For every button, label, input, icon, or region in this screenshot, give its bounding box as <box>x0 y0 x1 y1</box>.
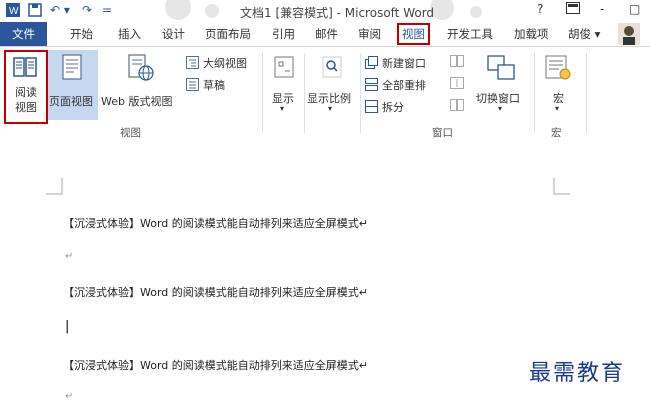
synchronous-scrolling-icon <box>450 77 464 89</box>
new-window-button[interactable]: 新建窗口 <box>365 55 445 71</box>
new-window-icon <box>365 56 378 69</box>
text-cursor: | <box>65 319 70 334</box>
macros-icon <box>545 55 571 80</box>
margin-corner-mark <box>553 178 570 195</box>
outline-icon <box>186 56 199 69</box>
print-layout-button[interactable]: 页面视图 <box>48 50 98 120</box>
svg-text:W: W <box>9 6 19 17</box>
show-button[interactable]: 显示 ▾ <box>266 50 302 120</box>
customize-qat-button[interactable]: = <box>102 3 112 17</box>
outline-view-label: 大纲视图 <box>203 57 247 70</box>
switch-windows-dropdown-arrow: ▾ <box>498 104 503 113</box>
view-side-by-side-icon <box>450 55 464 67</box>
background-decoration <box>470 6 482 18</box>
print-layout-label: 页面视图 <box>49 95 93 108</box>
ribbon-display-options-button[interactable] <box>566 2 580 17</box>
web-layout-label: Web 版式视图 <box>101 95 173 108</box>
draft-view-button[interactable]: 草稿 <box>186 77 256 93</box>
title-bar: W ↶ ▾ ↷ = 文档1 [兼容模式] - Microsoft Word ? … <box>0 0 650 22</box>
show-dropdown-arrow: ▾ <box>280 104 285 113</box>
tab-design[interactable]: 设计 <box>162 26 185 42</box>
tab-page-layout[interactable]: 页面布局 <box>205 26 251 42</box>
tab-home[interactable]: 开始 <box>70 26 93 42</box>
undo-button[interactable]: ↶ ▾ <box>50 3 70 17</box>
draft-view-label: 草稿 <box>203 79 225 92</box>
ribbon-tabs: 文件 开始 插入 设计 页面布局 引用 邮件 审阅 视图 开发工具 加载项 胡俊… <box>0 22 650 47</box>
split-label: 拆分 <box>382 101 404 114</box>
tab-review[interactable]: 审阅 <box>358 26 381 42</box>
redo-button[interactable]: ↷ <box>82 3 92 17</box>
document-line-1: 【沉浸式体验】Word 的阅读模式能自动排列来适应全屏模式↵ <box>63 217 368 230</box>
background-decoration <box>205 4 219 18</box>
background-decoration <box>165 0 191 20</box>
web-layout-button[interactable]: Web 版式视图 <box>100 50 182 120</box>
tab-insert[interactable]: 插入 <box>118 26 141 42</box>
document-line-3: 【沉浸式体验】Word 的阅读模式能自动排列来适应全屏模式↵ <box>63 359 368 372</box>
zoom-button[interactable]: 显示比例 ▾ <box>306 50 358 120</box>
help-button[interactable]: ? <box>537 2 543 16</box>
paragraph-mark: ↵ <box>65 391 74 402</box>
tab-developer[interactable]: 开发工具 <box>447 26 493 42</box>
minimize-button[interactable]: - <box>600 2 604 16</box>
window-title: 文档1 [兼容模式] - Microsoft Word <box>240 6 435 20</box>
paragraph-mark: ↵ <box>65 251 74 262</box>
divider <box>304 53 305 133</box>
new-window-label: 新建窗口 <box>382 57 426 70</box>
ribbon-view: 阅读 视图 页面视图 Web 版式视图 大纲视图 草稿 视图 显示 ▾ 显示比例… <box>0 47 650 139</box>
arrange-all-label: 全部重排 <box>382 79 426 92</box>
divider <box>534 53 535 133</box>
side-by-side-buttons[interactable] <box>450 55 464 115</box>
tab-references[interactable]: 引用 <box>272 26 295 42</box>
read-mode-label-2: 视图 <box>15 101 37 114</box>
web-layout-icon <box>128 54 154 81</box>
tab-mailings[interactable]: 邮件 <box>315 26 338 42</box>
print-layout-icon <box>62 54 82 80</box>
outline-view-button[interactable]: 大纲视图 <box>186 55 256 71</box>
document-line-2: 【沉浸式体验】Word 的阅读模式能自动排列来适应全屏模式↵ <box>63 286 368 299</box>
switch-windows-button[interactable]: 切换窗口 ▾ <box>473 50 529 120</box>
macros-dropdown-arrow: ▾ <box>555 104 560 113</box>
margin-corner-mark <box>46 178 63 195</box>
watermark-text: 最需教育 <box>529 361 626 386</box>
tab-view[interactable]: 视图 <box>397 23 430 45</box>
switch-windows-icon <box>487 55 515 80</box>
draft-icon <box>186 78 199 91</box>
reset-window-position-icon <box>450 99 464 111</box>
zoom-dropdown-arrow: ▾ <box>328 104 333 113</box>
divider <box>262 53 263 133</box>
read-mode-button[interactable]: 阅读 视图 <box>4 50 48 124</box>
maximize-button[interactable]: □ <box>629 2 640 16</box>
read-mode-icon <box>13 57 37 77</box>
divider <box>586 53 587 133</box>
tab-file[interactable]: 文件 <box>0 22 47 46</box>
avatar[interactable] <box>618 23 640 49</box>
user-account[interactable]: 胡俊 ▾ <box>568 26 600 42</box>
split-icon <box>365 100 378 113</box>
tab-add-ins[interactable]: 加载项 <box>514 26 549 42</box>
save-icon[interactable] <box>28 3 42 20</box>
divider <box>360 53 361 133</box>
split-button[interactable]: 拆分 <box>365 99 445 115</box>
arrange-all-button[interactable]: 全部重排 <box>365 77 445 93</box>
zoom-icon <box>322 56 342 78</box>
macros-button[interactable]: 宏 ▾ <box>538 50 578 120</box>
word-logo-icon: W <box>6 3 20 20</box>
read-mode-label-1: 阅读 <box>15 86 37 99</box>
arrange-all-icon <box>365 78 378 91</box>
show-icon <box>274 56 294 78</box>
